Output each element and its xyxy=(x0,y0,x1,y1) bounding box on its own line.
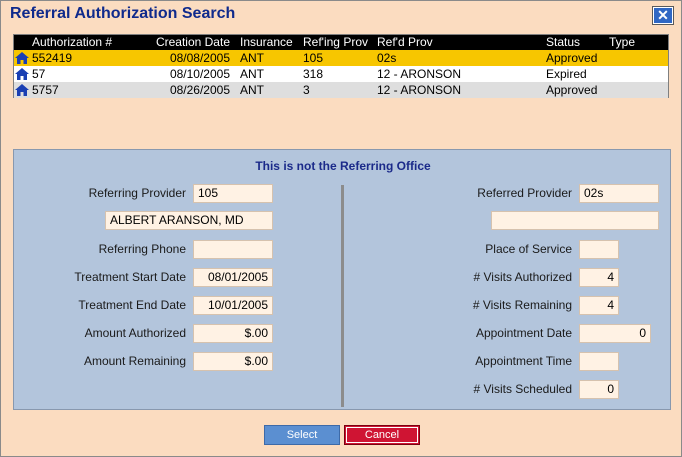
cell-refd-prov: 12 - ARONSON xyxy=(377,67,462,81)
amount-remaining-field[interactable]: $.00 xyxy=(193,352,273,371)
select-button[interactable]: Select xyxy=(264,425,340,445)
column-header-creation-date[interactable]: Creation Date xyxy=(154,35,230,50)
visits-scheduled-label: # Visits Scheduled xyxy=(473,382,572,396)
appointment-time-field[interactable] xyxy=(579,352,619,371)
cell-insurance: ANT xyxy=(240,83,264,97)
visits-authorized-label: # Visits Authorized xyxy=(473,270,572,284)
appointment-date-field[interactable]: 0 xyxy=(579,324,651,343)
window-title: Referral Authorization Search xyxy=(10,5,236,22)
cell-creation-date: 08/08/2005 xyxy=(169,51,230,65)
column-header-status[interactable]: Status xyxy=(546,35,580,50)
cell-insurance: ANT xyxy=(240,51,264,65)
authorization-detail-panel: This is not the Referring Office Referri… xyxy=(13,149,671,410)
referred-provider-field[interactable]: 02s xyxy=(579,184,659,203)
amount-remaining-label: Amount Remaining xyxy=(83,354,186,368)
cell-creation-date: 08/26/2005 xyxy=(169,83,230,97)
column-header-insurance[interactable]: Insurance xyxy=(240,35,293,50)
cell-status: Expired xyxy=(546,67,587,81)
referred-provider-name-field[interactable] xyxy=(491,211,659,230)
cell-authorization: 57 xyxy=(32,67,46,81)
table-row[interactable]: 5757 08/26/2005 ANT 3 12 - ARONSON Appro… xyxy=(14,82,668,98)
column-header-authorization[interactable]: Authorization # xyxy=(32,35,112,50)
cell-status: Approved xyxy=(546,83,598,97)
appointment-time-label: Appointment Time xyxy=(475,354,572,368)
place-of-service-field[interactable] xyxy=(579,240,619,259)
select-button-label: Select xyxy=(286,429,318,441)
column-header-type[interactable]: Type xyxy=(609,35,635,50)
place-of-service-label: Place of Service xyxy=(485,242,572,256)
house-icon xyxy=(15,52,29,64)
referring-provider-field[interactable]: 105 xyxy=(193,184,273,203)
referring-phone-field[interactable] xyxy=(193,240,273,259)
treatment-start-date-label: Treatment Start Date xyxy=(74,270,186,284)
visits-remaining-field[interactable]: 4 xyxy=(579,296,619,315)
treatment-start-date-field[interactable]: 08/01/2005 xyxy=(193,268,273,287)
treatment-end-date-field[interactable]: 10/01/2005 xyxy=(193,296,273,315)
house-icon xyxy=(15,84,29,96)
referring-office-notice: This is not the Referring Office xyxy=(255,159,431,173)
cell-refd-prov: 02s xyxy=(377,51,397,65)
cell-status: Approved xyxy=(546,51,598,65)
cancel-button-label: Cancel xyxy=(364,429,400,441)
panel-divider xyxy=(341,185,344,407)
house-icon xyxy=(15,68,29,80)
visits-remaining-label: # Visits Remaining xyxy=(472,298,572,312)
cancel-button[interactable]: Cancel xyxy=(344,425,420,445)
referring-provider-label: Referring Provider xyxy=(88,186,186,200)
treatment-end-date-label: Treatment End Date xyxy=(78,298,186,312)
referring-provider-name-field[interactable]: ALBERT ARANSON, MD xyxy=(105,211,273,230)
visits-scheduled-field[interactable]: 0 xyxy=(579,380,619,399)
referring-phone-label: Referring Phone xyxy=(98,242,186,256)
cell-refing-prov: 3 xyxy=(303,83,310,97)
close-icon: ✕ xyxy=(657,7,669,23)
column-header-refd-prov[interactable]: Ref'd Prov xyxy=(377,35,433,50)
authorization-grid: Authorization # Creation Date Insurance … xyxy=(13,34,669,98)
cell-authorization: 5757 xyxy=(32,83,59,97)
cell-authorization: 552419 xyxy=(32,51,73,65)
cell-insurance: ANT xyxy=(240,67,264,81)
appointment-date-label: Appointment Date xyxy=(475,326,572,340)
column-header-refing-prov[interactable]: Ref'ing Prov xyxy=(303,35,368,50)
cell-refing-prov: 105 xyxy=(303,51,324,65)
table-row[interactable]: 552419 08/08/2005 ANT 105 02s Approved xyxy=(14,50,668,66)
visits-authorized-field[interactable]: 4 xyxy=(579,268,619,287)
amount-authorized-field[interactable]: $.00 xyxy=(193,324,273,343)
referred-provider-label: Referred Provider xyxy=(477,186,572,200)
grid-header: Authorization # Creation Date Insurance … xyxy=(14,35,668,50)
referral-authorization-search-window: Referral Authorization Search ✕ Authoriz… xyxy=(0,0,682,457)
amount-authorized-label: Amount Authorized xyxy=(84,326,186,340)
cell-creation-date: 08/10/2005 xyxy=(169,67,230,81)
close-button[interactable]: ✕ xyxy=(652,6,674,25)
table-row[interactable]: 57 08/10/2005 ANT 318 12 - ARONSON Expir… xyxy=(14,66,668,82)
cell-refing-prov: 318 xyxy=(303,67,324,81)
cell-refd-prov: 12 - ARONSON xyxy=(377,83,462,97)
